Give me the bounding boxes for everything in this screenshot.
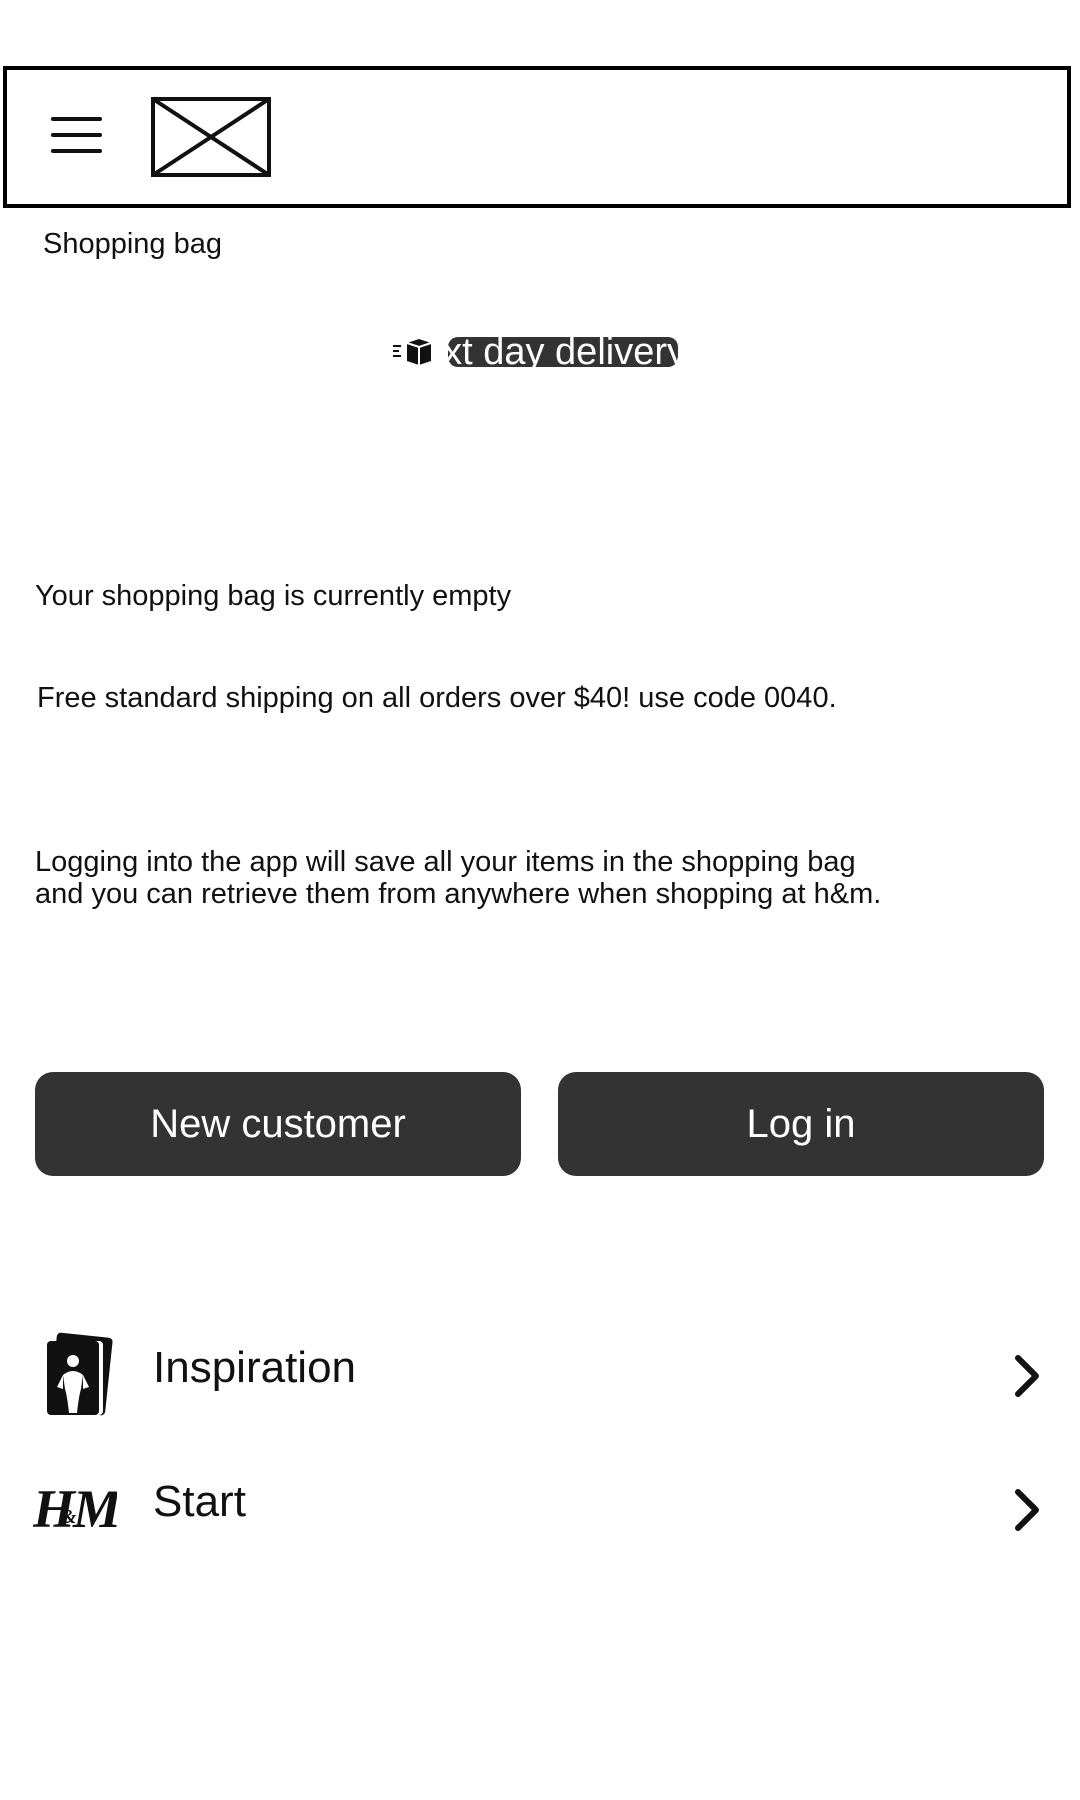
delivery-box-icon xyxy=(393,339,432,365)
login-info-line-1: Logging into the app will save all your … xyxy=(35,846,856,878)
hm-logo-icon: H & M xyxy=(33,1479,117,1539)
new-customer-button[interactable]: New customer xyxy=(35,1072,521,1176)
chevron-right-icon xyxy=(1015,1489,1039,1531)
image-placeholder-icon[interactable] xyxy=(151,97,271,177)
nav-label-inspiration: Inspiration xyxy=(153,1343,357,1392)
page-title: Shopping bag xyxy=(43,228,222,260)
hamburger-menu-icon[interactable] xyxy=(51,117,103,157)
inspiration-photo-icon xyxy=(47,1332,113,1416)
delivery-text: Next day delivery xyxy=(448,337,678,367)
nav-item-inspiration[interactable]: Inspiration xyxy=(0,1322,1080,1422)
empty-bag-message: Your shopping bag is currently empty xyxy=(35,580,512,612)
login-info-line-2: and you can retrieve them from anywhere … xyxy=(35,878,882,910)
app-header xyxy=(3,66,1071,208)
svg-text:M: M xyxy=(72,1479,117,1539)
delivery-ticker: Next day delivery xyxy=(448,337,678,367)
shipping-promo-message: Free standard shipping on all orders ove… xyxy=(37,682,837,714)
nav-item-start[interactable]: H & M Start xyxy=(0,1456,1080,1556)
nav-label-start: Start xyxy=(153,1477,246,1526)
chevron-right-icon xyxy=(1015,1355,1039,1397)
delivery-banner[interactable]: Next day delivery xyxy=(393,333,678,371)
log-in-button[interactable]: Log in xyxy=(558,1072,1044,1176)
